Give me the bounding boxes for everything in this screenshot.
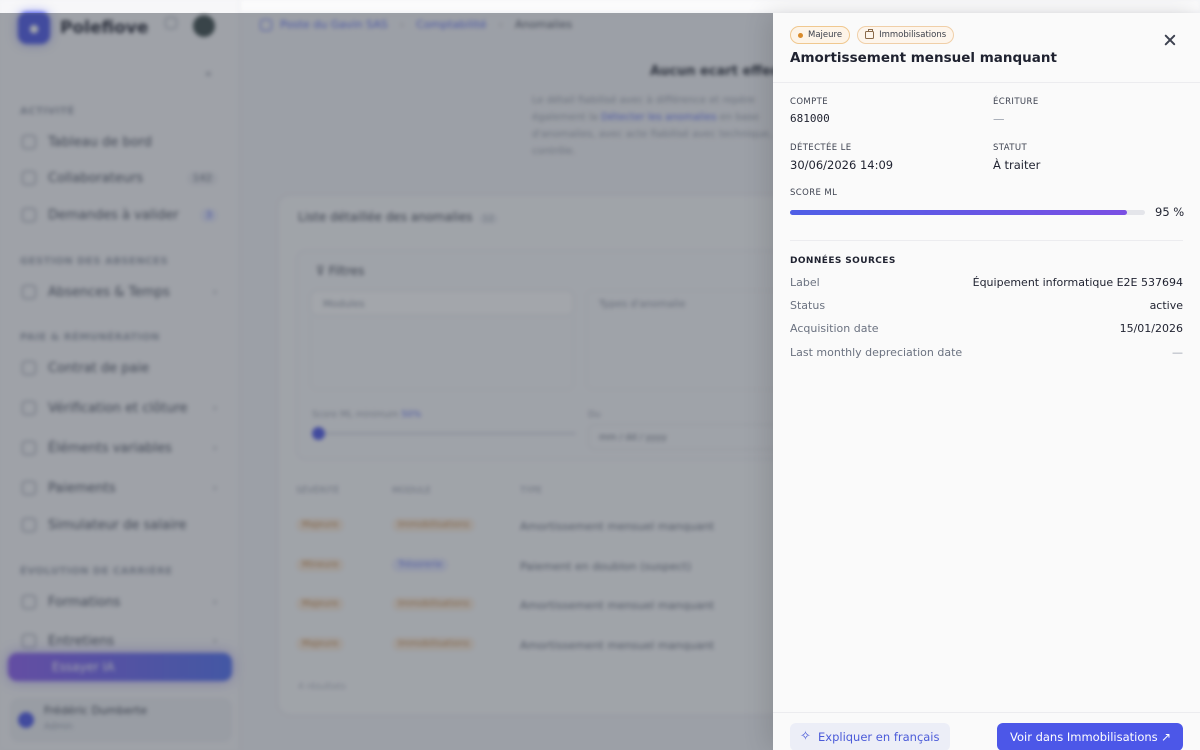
source-value: — [1172,346,1183,359]
severity-badge: Majeure [790,26,851,44]
source-value: 15/01/2026 [1119,322,1183,335]
divider [790,240,1183,241]
source-row: Acquisition date 15/01/2026 [790,322,1183,338]
view-button-label: Voir dans Immobilisations [1010,730,1158,744]
panel-header: Majeure Immobilisations Amortissement me… [773,13,1200,83]
statut-value: À traiter [993,158,1041,172]
score-value: 95 % [1155,205,1185,219]
arrow-up-right-icon: ↗ [1160,730,1171,744]
detectee-value: 30/06/2026 14:09 [790,158,894,172]
detectee-label: Détectée le [790,143,852,153]
close-icon[interactable] [1161,31,1179,49]
source-row: Status active [790,299,1183,315]
source-data-title: Données sources [790,256,896,266]
severity-dot-icon [798,32,803,38]
panel-badges: Majeure Immobilisations [790,26,961,44]
view-in-module-button[interactable]: Voir dans Immobilisations ↗ [997,723,1183,750]
score-bar [790,210,1145,215]
statut-label: Statut [993,143,1028,153]
explain-button-label: Expliquer en français [818,730,940,744]
module-badge: Immobilisations [857,26,955,44]
source-row: Label Équipement informatique E2E 537694 [790,276,1183,292]
source-value: Équipement informatique E2E 537694 [972,276,1183,289]
source-value: active [1149,299,1183,312]
explain-button[interactable]: ✧ Expliquer en français [790,723,950,750]
ecriture-label: Écriture [993,97,1039,107]
ecriture-value: — [993,112,1005,126]
source-key: Label [790,276,820,289]
score-bar-fill [790,210,1128,215]
source-key: Acquisition date [790,322,879,335]
panel-footer: ✧ Expliquer en français Voir dans Immobi… [773,712,1200,750]
anomaly-detail-panel: Majeure Immobilisations Amortissement me… [773,13,1200,750]
compte-value: 681000 [790,112,830,125]
compte-label: Compte [790,97,829,107]
module-badge-label: Immobilisations [879,30,947,40]
sparkle-icon: ✧ [800,729,811,744]
source-row: Last monthly depreciation date — [790,346,1183,362]
source-key: Status [790,299,826,312]
source-key: Last monthly depreciation date [790,346,963,359]
severity-badge-label: Majeure [808,30,843,40]
score-label: Score ML [790,188,838,198]
panel-title: Amortissement mensuel manquant [790,50,1057,66]
briefcase-icon [865,29,875,39]
